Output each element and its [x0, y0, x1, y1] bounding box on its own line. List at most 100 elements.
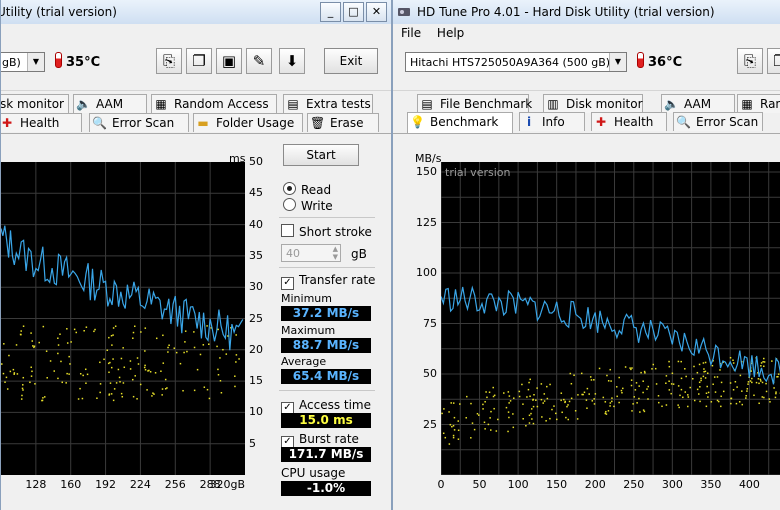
access-time-point: [488, 391, 491, 394]
access-time-point: [745, 395, 747, 397]
access-time-point: [771, 360, 773, 362]
bar-chart-icon: ▥: [547, 97, 559, 111]
access-time-point: [113, 388, 116, 390]
access-time-point: [668, 380, 670, 382]
access-time-point: [560, 392, 563, 394]
tab-health[interactable]: ✚ Health: [591, 112, 667, 131]
access-time-point: [143, 366, 146, 369]
access-time-point: [175, 351, 178, 354]
access-time-point: [84, 368, 87, 371]
x-tick-label: 300: [661, 478, 683, 491]
access-time-point: [68, 373, 70, 375]
tab-aam[interactable]: 🔈 AAM: [73, 94, 147, 113]
menu-help[interactable]: Help: [437, 26, 464, 40]
access-time-point: [57, 337, 59, 339]
access-time-point: [657, 395, 660, 397]
save-button[interactable]: ▣: [216, 48, 242, 74]
access-time-point: [49, 360, 52, 362]
right-graph-svg: [440, 162, 780, 476]
write-radio[interactable]: Write: [283, 198, 333, 213]
access-time-point: [567, 418, 570, 421]
right-title-bar[interactable]: HD Tune Pro 4.01 - Hard Disk Utility (tr…: [393, 0, 780, 25]
clipboard-icon: ❐: [192, 52, 206, 70]
copy-screenshot-button[interactable]: ❐: [767, 48, 780, 74]
left-title-bar[interactable]: Utility (trial version) _ □ ✕: [1, 0, 391, 25]
options-button[interactable]: ✎: [246, 48, 272, 74]
access-time-point: [167, 346, 169, 349]
tab-random-access[interactable]: ▦Ran: [737, 94, 780, 113]
x-tick-label: 256: [164, 478, 186, 491]
tab-folder-usage[interactable]: ▬ Folder Usage: [193, 113, 303, 132]
short-stroke-spinner[interactable]: 40 ▲ ▼: [281, 244, 341, 262]
access-time-point: [580, 372, 583, 375]
access-time-point: [490, 429, 492, 431]
drive-select[interactable]: Hitachi HTS725050A9A364 (500 gB) ▼: [405, 52, 627, 72]
exit-button[interactable]: Exit: [324, 48, 378, 74]
access-time-point: [533, 394, 535, 396]
access-time-point: [616, 395, 618, 398]
access-time-point: [680, 377, 683, 380]
access-time-point: [710, 401, 713, 403]
access-time-point: [110, 334, 113, 337]
access-time-point: [112, 334, 114, 336]
access-time-point: [453, 416, 456, 419]
access-time-point: [186, 350, 188, 353]
access-time-point: [151, 395, 153, 397]
folder-icon: ▬: [197, 116, 209, 130]
access-time-point: [6, 388, 9, 390]
chevron-down-icon[interactable]: ▼: [27, 53, 44, 71]
maximize-button[interactable]: □: [343, 2, 364, 22]
access-time-point: [593, 379, 595, 381]
right-menu-bar: File Help: [393, 24, 780, 42]
copy-screenshot-button[interactable]: ❐: [186, 48, 212, 74]
x-tick-label: 192: [95, 478, 117, 491]
transfer-rate-checkbox[interactable]: ✓ Transfer rate: [281, 273, 375, 290]
start-button[interactable]: Start: [283, 144, 359, 166]
ms-tick-label: 20: [249, 342, 263, 356]
read-radio[interactable]: Read: [283, 182, 331, 197]
chevron-down-icon[interactable]: ▼: [609, 53, 626, 71]
tab-file-benchmark[interactable]: ▤ File Benchmark: [417, 94, 532, 113]
tab-info[interactable]: i Info: [519, 112, 585, 131]
close-button[interactable]: ✕: [366, 2, 387, 22]
access-time-point: [568, 400, 571, 403]
access-time-point: [522, 403, 524, 405]
access-time-point: [569, 372, 572, 375]
right-tab-row-2: 💡 Benchmark i Info ✚ Health 🔍 Error Scan: [393, 112, 780, 133]
access-time-point: [508, 402, 510, 404]
tab-extra-tests[interactable]: ▤ Extra tests: [283, 94, 373, 113]
tab-disk-monitor[interactable]: sk monitor: [1, 94, 69, 113]
access-time-point: [706, 372, 709, 374]
access-time-point: [553, 405, 555, 407]
access-time-point: [679, 394, 681, 397]
access-time-point: [57, 352, 59, 355]
tab-error-scan[interactable]: 🔍 Error Scan: [673, 112, 763, 131]
access-time-point: [161, 388, 164, 390]
menu-file[interactable]: File: [401, 26, 421, 40]
access-time-point: [593, 403, 596, 405]
tab-aam[interactable]: 🔈 AAM: [661, 94, 735, 113]
access-time-point: [732, 359, 734, 361]
access-time-point: [161, 394, 163, 396]
tab-random-access[interactable]: ▦ Random Access: [151, 94, 277, 113]
divider: [279, 390, 375, 391]
minimize-button[interactable]: _: [320, 2, 341, 22]
access-time-point: [457, 420, 459, 422]
tab-health[interactable]: ✚ Health: [1, 113, 82, 132]
access-time-point: [646, 388, 648, 390]
maximum-label: Maximum: [281, 324, 336, 337]
download-button[interactable]: ⬇: [279, 48, 305, 74]
tab-benchmark[interactable]: 💡 Benchmark: [407, 112, 513, 133]
tab-erase[interactable]: 🗑 Erase: [307, 113, 379, 132]
tab-error-scan[interactable]: 🔍 Error Scan: [89, 113, 189, 132]
access-time-point: [658, 401, 660, 404]
access-time-point: [234, 375, 236, 377]
access-time-point: [193, 389, 196, 392]
copy-text-button[interactable]: ⎘: [156, 48, 182, 74]
copy-text-button[interactable]: ⎘: [737, 48, 763, 74]
tab-disk-monitor[interactable]: ▥ Disk monitor: [543, 94, 643, 113]
drive-select[interactable]: gB) ▼: [1, 52, 45, 72]
access-time-point: [586, 407, 588, 409]
access-time-point: [528, 414, 531, 417]
short-stroke-checkbox[interactable]: Short stroke: [281, 224, 372, 239]
